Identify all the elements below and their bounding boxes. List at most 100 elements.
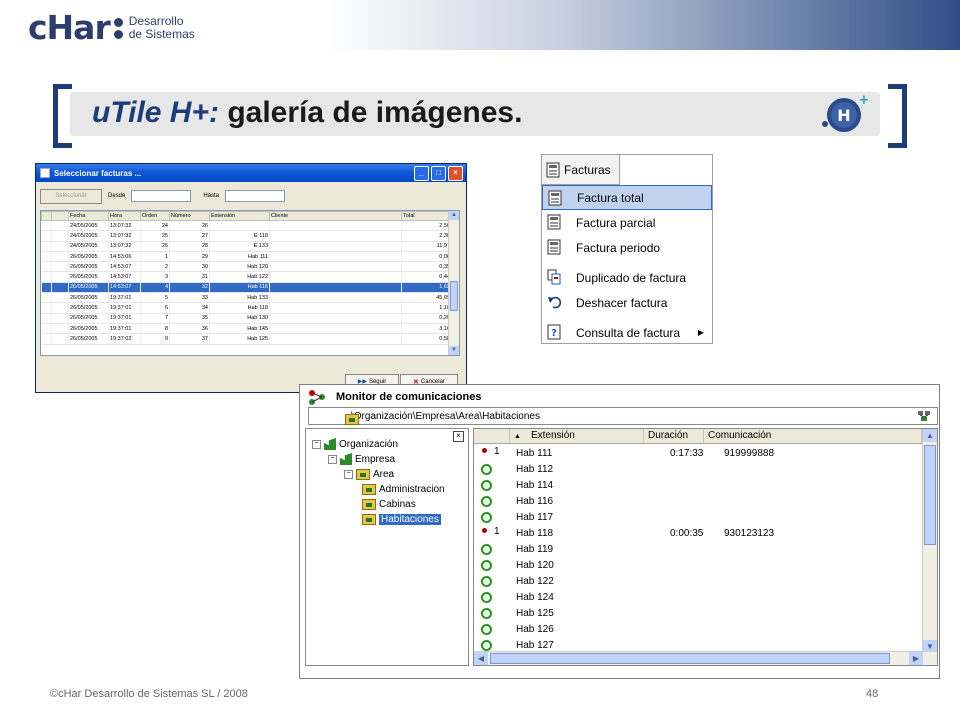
scroll-up-icon[interactable]: ▲: [449, 211, 459, 220]
hasta-input[interactable]: [225, 190, 286, 202]
idle-status-icon: [481, 544, 492, 555]
column-header-duracion[interactable]: Duración: [644, 429, 704, 443]
column-header[interactable]: Total: [401, 211, 452, 221]
table-row[interactable]: 26/05/2005 14:53:07 2 30 Hab 120 0,35: [41, 261, 452, 273]
status-column-header[interactable]: [474, 429, 510, 443]
document-icon: [547, 239, 561, 255]
menu-item[interactable]: ? Consulta de factura ▶: [542, 320, 712, 345]
column-header-extension[interactable]: ▲ Extensión: [510, 429, 644, 443]
tree-node[interactable]: − Empresa: [328, 452, 395, 466]
grid-vertical-scrollbar[interactable]: ▲ ▼: [448, 211, 459, 355]
table-row[interactable]: 26/05/2005 19:37:01 8 36 Hab 145 3,16: [41, 323, 452, 335]
table-row[interactable]: 24/05/2005 13:07:32 25 27 E 118 2,30: [41, 230, 452, 242]
scroll-down-icon[interactable]: ▼: [449, 346, 459, 355]
column-header-comunicacion[interactable]: Comunicación: [704, 429, 922, 443]
extension-list[interactable]: ▲ Extensión Duración Comunicación 1 Hab 11…: [473, 428, 938, 666]
network-settings-icon[interactable]: [917, 410, 931, 422]
column-header[interactable]: Orden: [140, 211, 170, 221]
table-row[interactable]: • 26/05/2005 14:53:07 4 32 Hab 116 1,62: [41, 282, 452, 294]
scroll-up-icon[interactable]: ▲: [923, 429, 937, 442]
list-item[interactable]: Hab 117: [474, 510, 922, 526]
menu-item[interactable]: Deshacer factura: [542, 290, 712, 315]
table-row[interactable]: 26/05/2005 19:37:01 7 35 Hab 130 0,26: [41, 313, 452, 324]
window-titlebar[interactable]: Seleccionar facturas ... _ □ ×: [36, 164, 466, 182]
scroll-left-icon[interactable]: ◀: [474, 652, 488, 665]
table-cell: 24/05/2005: [68, 241, 109, 252]
facturas-menu-tab[interactable]: Facturas: [542, 155, 620, 185]
organization-tree[interactable]: × − Organización − Empresa − Area Administraci…: [305, 428, 469, 666]
table-row[interactable]: 24/05/2005 13:07:32 24 26 2,56: [41, 220, 452, 232]
row-indicator: [41, 323, 52, 335]
tree-node-label: Area: [373, 468, 395, 480]
table-cell: [269, 241, 402, 252]
folder-icon: [362, 513, 376, 525]
table-cell: 24/05/2005: [68, 230, 109, 242]
list-item[interactable]: Hab 114: [474, 478, 922, 494]
table-row[interactable]: 26/05/2005 19:37:01 6 34 Hab 118 1,10: [41, 302, 452, 314]
sort-asc-icon: ▲: [514, 433, 521, 440]
desde-input[interactable]: [131, 190, 192, 202]
list-cell-ext: Hab 114: [516, 480, 554, 491]
list-cell-ext: Hab 120: [516, 560, 554, 571]
bracket-right: [888, 84, 907, 148]
list-horizontal-scrollbar[interactable]: ◀ ▶: [474, 651, 937, 665]
scroll-thumb[interactable]: [924, 445, 936, 545]
desde-label: Desde: [108, 193, 126, 199]
column-header[interactable]: Número: [169, 211, 210, 221]
table-row[interactable]: 26/05/2005 14:53:06 1 29 Hab 111 0,08: [41, 251, 452, 263]
list-item[interactable]: Hab 122: [474, 574, 922, 590]
list-item[interactable]: Hab 124: [474, 590, 922, 606]
tree-node[interactable]: Cabinas: [362, 497, 416, 511]
menu-item[interactable]: Factura periodo: [542, 235, 712, 260]
location-path[interactable]: \Organización\Empresa\Area\Habitaciones: [308, 407, 938, 425]
window-app-icon: [40, 168, 50, 178]
column-header[interactable]: Cliente: [269, 211, 402, 221]
column-header[interactable]: Fecha: [68, 211, 109, 221]
scroll-right-icon[interactable]: ▶: [909, 652, 923, 665]
tree-node[interactable]: − Area: [344, 467, 394, 481]
minimize-button[interactable]: _: [414, 166, 429, 181]
row-indicator: [41, 333, 52, 345]
table-row[interactable]: 26/05/2005 19:37:01 5 33 Hab 133 45,09: [41, 292, 452, 304]
list-item[interactable]: 1 Hab 111 0:17:33 919999888: [474, 446, 922, 462]
table-row[interactable]: 26/05/2005 14:53:07 3 31 Hab 122 0,44: [41, 271, 452, 283]
table-cell: [51, 323, 69, 335]
collapse-icon[interactable]: −: [344, 469, 353, 479]
tree-node[interactable]: Administracion: [362, 482, 445, 496]
row-indicator: •: [41, 282, 52, 294]
menu-item[interactable]: Factura total: [542, 185, 712, 210]
table-cell: [51, 292, 69, 304]
row-indicator: [41, 241, 52, 252]
list-vertical-scrollbar[interactable]: ▲ ▼: [922, 429, 937, 653]
list-item[interactable]: Hab 119: [474, 542, 922, 558]
table-cell: [269, 282, 402, 294]
grid-header-row: Fecha Hora Orden Número Extensión Client…: [41, 211, 452, 221]
scroll-thumb[interactable]: [450, 281, 458, 311]
table-cell: 2,56: [401, 220, 452, 232]
list-item[interactable]: Hab 126: [474, 622, 922, 638]
tree-node[interactable]: − Organización: [312, 437, 398, 451]
column-header[interactable]: Hora: [108, 211, 141, 221]
table-cell: 0,58: [401, 333, 452, 345]
list-item[interactable]: Hab 116: [474, 494, 922, 510]
collapse-icon[interactable]: −: [312, 439, 321, 449]
close-button[interactable]: ×: [448, 166, 463, 181]
maximize-button[interactable]: □: [431, 166, 446, 181]
menu-item[interactable]: Duplicado de factura: [542, 265, 712, 290]
list-item[interactable]: Hab 125: [474, 606, 922, 622]
close-pane-icon[interactable]: ×: [453, 431, 464, 442]
list-item[interactable]: Hab 112: [474, 462, 922, 478]
list-item[interactable]: 1 Hab 118 0:00:35 930123123: [474, 526, 922, 542]
scroll-thumb[interactable]: [490, 653, 890, 664]
list-item[interactable]: Hab 120: [474, 558, 922, 574]
menu-item[interactable]: Factura parcial: [542, 210, 712, 235]
table-cell: [51, 251, 69, 263]
table-row[interactable]: 24/05/2005 13:07:32 26 28 E 133 11,97: [41, 241, 452, 252]
table-cell: Hab 130: [209, 313, 270, 324]
collapse-icon[interactable]: −: [328, 454, 337, 464]
column-header[interactable]: Extensión: [209, 211, 270, 221]
table-row[interactable]: 26/05/2005 19:37:02 9 37 Hab 125 0,58: [41, 333, 452, 345]
seleccionar-button[interactable]: Seleccionar: [40, 188, 102, 204]
facturas-grid[interactable]: Fecha Hora Orden Número Extensión Client…: [40, 210, 460, 356]
tree-node[interactable]: Habitaciones: [362, 512, 441, 526]
